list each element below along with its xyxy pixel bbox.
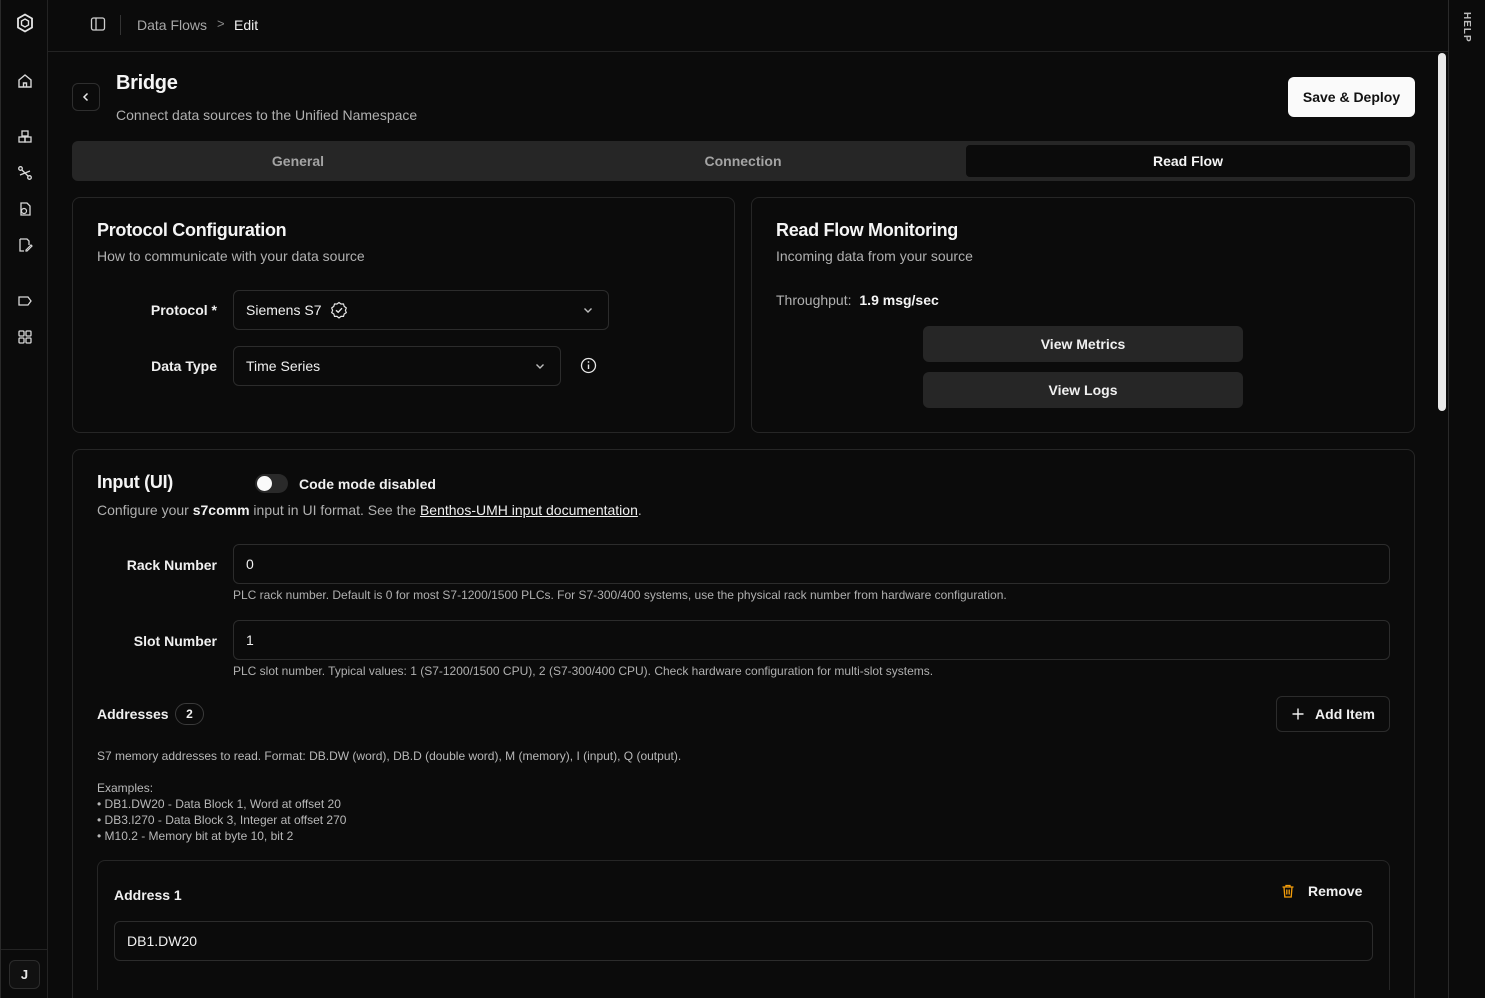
- data-flow-icon[interactable]: [15, 163, 35, 183]
- file-sync-icon[interactable]: [15, 199, 35, 219]
- addresses-count-badge: 2: [175, 703, 204, 725]
- tag-icon[interactable]: [15, 291, 35, 311]
- address-item-label: Address 1: [114, 887, 182, 903]
- tab-connection[interactable]: Connection: [521, 145, 965, 177]
- protocol-card-subtitle: How to communicate with your data source: [97, 248, 365, 264]
- tab-read-flow[interactable]: Read Flow: [966, 145, 1410, 177]
- toggle-knob: [257, 476, 272, 491]
- rack-number-hint: PLC rack number. Default is 0 for most S…: [233, 588, 1007, 602]
- save-deploy-button[interactable]: Save & Deploy: [1288, 77, 1415, 117]
- datatype-label: Data Type: [151, 358, 217, 374]
- monitoring-card-subtitle: Incoming data from your source: [776, 248, 973, 264]
- chevron-down-icon: [584, 308, 592, 313]
- description-text: .: [637, 502, 642, 518]
- page-subtitle: Connect data sources to the Unified Name…: [116, 107, 418, 123]
- address-input[interactable]: DB1.DW20: [114, 921, 1373, 961]
- sidebar-toggle-icon[interactable]: [90, 16, 106, 32]
- trash-icon: [1282, 884, 1294, 898]
- plus-icon: [1292, 708, 1304, 720]
- help-line: • DB1.DW20 - Data Block 1, Word at offse…: [97, 797, 341, 811]
- sidebar-footer: J: [1, 949, 48, 998]
- input-type-name: s7comm: [192, 502, 250, 518]
- documentation-link[interactable]: Benthos-UMH input documentation: [420, 502, 638, 518]
- toolbar-divider: [120, 15, 121, 35]
- code-mode-toggle[interactable]: [255, 474, 288, 493]
- tab-bar: General Connection Read Flow: [72, 141, 1415, 181]
- breadcrumb-separator: >: [217, 16, 225, 31]
- description-text: Configure your: [97, 502, 193, 518]
- breadcrumb-data-flows[interactable]: Data Flows: [137, 17, 207, 33]
- help-line: • M10.2 - Memory bit at byte 10, bit 2: [97, 829, 294, 843]
- slot-number-hint: PLC slot number. Typical values: 1 (S7-1…: [233, 664, 934, 678]
- protocol-select[interactable]: Siemens S7: [233, 290, 609, 330]
- home-icon[interactable]: [15, 71, 35, 91]
- protocol-label: Protocol *: [150, 302, 217, 318]
- top-bar: Data Flows > Edit: [48, 0, 1448, 52]
- description-text: input in UI format. See the: [249, 502, 420, 518]
- throughput-value: 1.9 msg/sec: [859, 292, 939, 308]
- breadcrumb-current: Edit: [234, 17, 259, 33]
- logo-icon[interactable]: [15, 13, 35, 33]
- monitoring-card-title: Read Flow Monitoring: [776, 220, 958, 240]
- info-icon[interactable]: [580, 357, 597, 374]
- remove-label: Remove: [1308, 883, 1363, 899]
- add-item-button[interactable]: Add Item: [1276, 696, 1390, 732]
- tab-general[interactable]: General: [76, 145, 520, 177]
- throughput-label: Throughput:: [776, 292, 852, 308]
- file-edit-icon[interactable]: [15, 235, 35, 255]
- verified-badge-icon: [331, 301, 348, 319]
- view-metrics-button[interactable]: View Metrics: [923, 326, 1243, 362]
- help-line: [97, 764, 681, 780]
- chevron-down-icon: [536, 364, 544, 369]
- input-description: Configure your s7comm input in UI format…: [97, 502, 642, 518]
- rack-number-label: Rack Number: [126, 557, 217, 573]
- chevron-left-icon: [82, 92, 89, 102]
- grid-icon[interactable]: [15, 327, 35, 347]
- protocol-value: Siemens S7: [246, 302, 322, 318]
- addresses-help: S7 memory addresses to read. Format: DB.…: [97, 748, 681, 844]
- back-button[interactable]: [72, 83, 100, 111]
- help-line: S7 memory addresses to read. Format: DB.…: [97, 749, 682, 763]
- help-line: • DB3.I270 - Data Block 3, Integer at of…: [97, 813, 347, 827]
- help-line: Examples:: [97, 781, 154, 795]
- boxes-icon[interactable]: [15, 127, 35, 147]
- scrollbar-thumb[interactable]: [1438, 53, 1446, 411]
- help-rail[interactable]: HELP: [1448, 0, 1485, 998]
- protocol-card-title: Protocol Configuration: [97, 220, 287, 240]
- datatype-select[interactable]: Time Series: [233, 346, 561, 386]
- input-card-title: Input (UI): [97, 472, 173, 492]
- help-tab-label[interactable]: HELP: [1461, 12, 1472, 43]
- user-avatar[interactable]: J: [9, 960, 40, 989]
- rack-number-input[interactable]: 0: [233, 544, 1390, 584]
- addresses-label: Addresses: [97, 706, 169, 722]
- page-title: Bridge: [116, 72, 178, 94]
- throughput-row: Throughput: 1.9 msg/sec: [776, 292, 939, 308]
- remove-address-button[interactable]: Remove: [1280, 883, 1362, 899]
- datatype-value: Time Series: [246, 358, 321, 374]
- slot-number-input[interactable]: 1: [233, 620, 1390, 660]
- left-sidebar: J: [0, 0, 48, 998]
- slot-number-label: Slot Number: [133, 633, 217, 649]
- view-logs-button[interactable]: View Logs: [923, 372, 1243, 408]
- add-item-label: Add Item: [1315, 706, 1375, 722]
- code-mode-label: Code mode disabled: [299, 476, 436, 492]
